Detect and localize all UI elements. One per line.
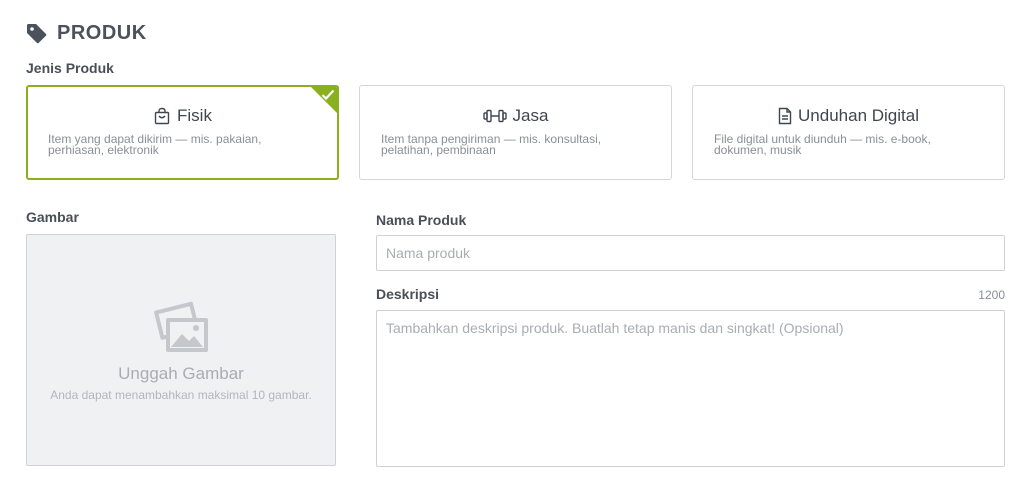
card-description: File digital untuk diunduh — mis. e-book… <box>714 132 931 157</box>
section-header: PRODUK <box>26 22 147 45</box>
card-title: Unduhan Digital <box>798 106 919 125</box>
card-description: Item yang dapat dikirim — mis. pakaian, … <box>48 132 262 157</box>
upload-hint: Anda dapat menambahkan maksimal 10 gamba… <box>50 388 312 402</box>
card-head: Unduhan Digital <box>693 106 1004 126</box>
file-icon <box>778 107 792 125</box>
character-counter: 1200 <box>978 288 1005 302</box>
image-upload-area[interactable]: Unggah Gambar Anda dapat menambahkan mak… <box>26 234 336 466</box>
images-icon <box>152 298 212 361</box>
upload-title: Unggah Gambar <box>118 364 244 383</box>
card-head: Jasa <box>360 106 671 126</box>
card-title: Fisik <box>177 106 212 125</box>
product-name-label: Nama Produk <box>376 212 467 228</box>
description-label: Deskripsi <box>376 286 440 302</box>
shopping-bag-icon <box>153 107 171 125</box>
card-title: Jasa <box>512 106 549 125</box>
tag-icon <box>26 23 47 44</box>
dumbbell-icon <box>482 109 507 123</box>
section-title: PRODUK <box>57 22 147 44</box>
product-type-label: Jenis Produk <box>26 60 114 76</box>
product-type-card-fisik[interactable]: Fisik Item yang dapat dikirim — mis. pak… <box>26 85 339 180</box>
check-icon <box>321 88 335 106</box>
product-type-card-jasa[interactable]: Jasa Item tanpa pengiriman — mis. konsul… <box>359 85 672 180</box>
description-textarea[interactable] <box>376 310 1005 467</box>
card-head: Fisik <box>28 106 337 126</box>
product-name-input[interactable] <box>376 235 1005 271</box>
product-type-card-digital[interactable]: Unduhan Digital File digital untuk diund… <box>692 85 1005 180</box>
card-description: Item tanpa pengiriman — mis. konsultasi,… <box>381 132 602 157</box>
image-label: Gambar <box>26 209 79 225</box>
